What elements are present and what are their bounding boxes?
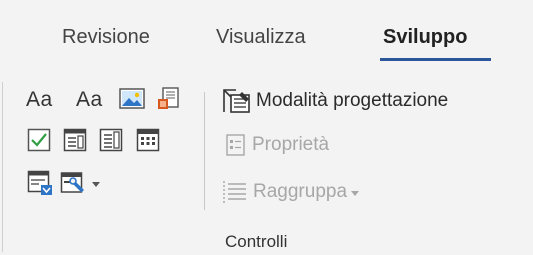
picture-content-control-button[interactable]	[119, 88, 145, 110]
date-picker-content-control-icon	[136, 128, 160, 152]
picture-content-control-icon	[119, 88, 145, 109]
repeating-section-content-control-button[interactable]	[27, 170, 53, 196]
dropdown-list-content-control-icon	[99, 128, 123, 152]
checkbox-content-control-button[interactable]	[27, 128, 51, 152]
design-mode-button[interactable]: Modalità progettazione	[222, 88, 448, 114]
plain-text-content-control-icon: Aa	[76, 88, 103, 111]
properties-button[interactable]: Proprietà	[224, 133, 329, 157]
date-picker-content-control-button[interactable]	[136, 128, 160, 152]
tab-sviluppo[interactable]: Sviluppo	[383, 26, 467, 49]
active-tab-indicator	[380, 58, 491, 61]
repeating-section-content-control-icon	[27, 170, 52, 195]
chevron-down-icon	[92, 181, 100, 187]
properties-label: Proprietà	[252, 134, 330, 155]
tab-visualizza[interactable]: Visualizza	[216, 26, 306, 49]
checkbox-content-control-icon	[27, 128, 51, 152]
tab-revisione[interactable]: Revisione	[62, 26, 150, 49]
design-mode-icon	[223, 89, 250, 113]
group-icon	[223, 181, 246, 203]
group-button[interactable]: Raggruppa	[221, 178, 360, 206]
building-block-gallery-icon	[158, 87, 179, 109]
rich-text-content-control-icon: Aa	[26, 88, 53, 111]
group-label-text: Raggruppa	[253, 181, 348, 202]
dropdown-list-content-control-button[interactable]	[99, 128, 123, 152]
combo-box-content-control-button[interactable]	[63, 128, 87, 152]
legacy-tools-button[interactable]	[60, 170, 100, 196]
ribbon-group-label: Controlli	[225, 232, 288, 251]
legacy-tools-icon	[60, 172, 84, 193]
rich-text-content-control-button[interactable]: Aa	[26, 86, 53, 114]
building-block-gallery-button[interactable]	[156, 86, 182, 112]
properties-icon	[226, 134, 245, 156]
combo-box-content-control-icon	[63, 128, 87, 152]
design-mode-label: Modalità progettazione	[256, 90, 449, 111]
chevron-down-icon	[351, 190, 360, 196]
group-separator	[204, 92, 205, 210]
ribbon-divider	[2, 82, 3, 252]
plain-text-content-control-button[interactable]: Aa	[76, 86, 103, 114]
